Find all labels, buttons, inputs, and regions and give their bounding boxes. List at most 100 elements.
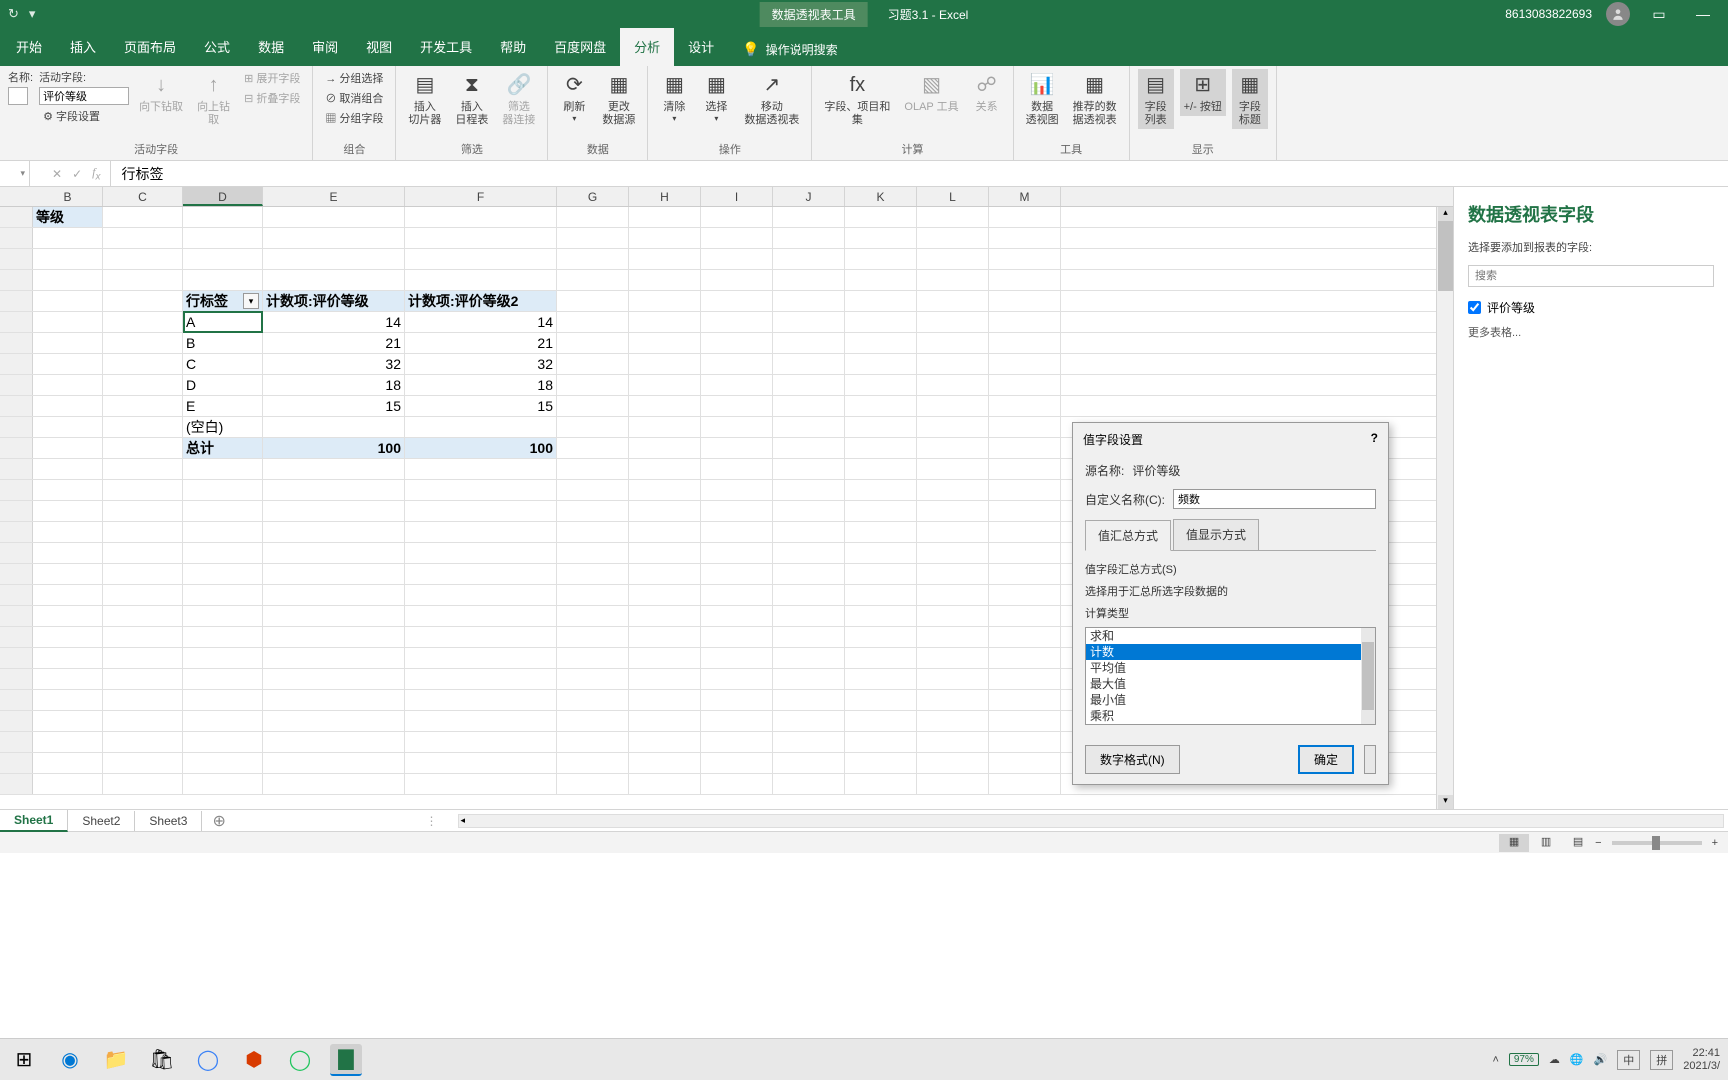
calc-type-option[interactable]: 最大值 bbox=[1086, 676, 1375, 692]
calc-type-list[interactable]: 求和计数平均值最大值最小值乘积 bbox=[1085, 627, 1376, 725]
task-view-icon[interactable]: ⊞ bbox=[8, 1044, 40, 1076]
col-c[interactable]: C bbox=[103, 187, 183, 206]
tell-me[interactable]: 💡 操作说明搜索 bbox=[728, 41, 851, 66]
tab-home[interactable]: 开始 bbox=[2, 27, 56, 66]
sheet-tab-3[interactable]: Sheet3 bbox=[135, 811, 202, 831]
col-m[interactable]: M bbox=[989, 187, 1061, 206]
field-item[interactable]: 评价等级 bbox=[1468, 299, 1714, 316]
field-list-button[interactable]: ▤字段 列表 bbox=[1138, 69, 1174, 129]
insert-slicer-button[interactable]: ▤插入 切片器 bbox=[404, 69, 445, 129]
more-tables-link[interactable]: 更多表格... bbox=[1468, 324, 1714, 340]
field-search-input[interactable] bbox=[1468, 265, 1714, 287]
col-e[interactable]: E bbox=[263, 187, 405, 206]
col-k[interactable]: K bbox=[845, 187, 917, 206]
col-h[interactable]: H bbox=[629, 187, 701, 206]
tab-data[interactable]: 数据 bbox=[244, 27, 298, 66]
col-j[interactable]: J bbox=[773, 187, 845, 206]
fields-items-button[interactable]: fx字段、项目和 集 bbox=[820, 69, 894, 129]
field-headers-button[interactable]: ▦字段 标题 bbox=[1232, 69, 1268, 129]
tray-up-icon[interactable]: ˄ bbox=[1492, 1054, 1498, 1066]
minimize-icon[interactable]: — bbox=[1688, 6, 1718, 22]
zoom-out-icon[interactable]: − bbox=[1595, 837, 1601, 849]
col-i[interactable]: I bbox=[701, 187, 773, 206]
qat-drop-icon[interactable]: ▾ bbox=[29, 6, 36, 22]
active-field-input[interactable] bbox=[39, 87, 129, 105]
zoom-in-icon[interactable]: + bbox=[1712, 837, 1718, 849]
tab-dev[interactable]: 开发工具 bbox=[406, 27, 486, 66]
file-explorer-icon[interactable]: 📁 bbox=[100, 1044, 132, 1076]
ungroup-button[interactable]: ⊘ 取消组合 bbox=[321, 89, 387, 107]
tab-analyze[interactable]: 分析 bbox=[620, 27, 674, 66]
group-selection-button[interactable]: → 分组选择 bbox=[321, 69, 387, 87]
tab-design[interactable]: 设计 bbox=[674, 27, 728, 66]
tab-formulas[interactable]: 公式 bbox=[190, 27, 244, 66]
tab-review[interactable]: 审阅 bbox=[298, 27, 352, 66]
col-d[interactable]: D bbox=[183, 187, 263, 206]
ok-button[interactable]: 确定 bbox=[1298, 745, 1354, 774]
tab-help[interactable]: 帮助 bbox=[486, 27, 540, 66]
show-as-tab[interactable]: 值显示方式 bbox=[1173, 519, 1259, 550]
clear-button[interactable]: ▦清除▾ bbox=[656, 69, 692, 126]
field-settings-button[interactable]: ⚙ 字段设置 bbox=[39, 107, 129, 125]
ime-mode[interactable]: 拼 bbox=[1650, 1050, 1673, 1070]
network-icon[interactable]: 🌐 bbox=[1570, 1053, 1584, 1066]
calc-type-option[interactable]: 平均值 bbox=[1086, 660, 1375, 676]
custom-name-input[interactable] bbox=[1173, 489, 1376, 509]
sheet-tab-1[interactable]: Sheet1 bbox=[0, 810, 68, 832]
cancel-button[interactable] bbox=[1364, 745, 1376, 774]
office-icon[interactable]: ⬢ bbox=[238, 1044, 270, 1076]
clock[interactable]: 22:41 2021/3/ bbox=[1683, 1047, 1720, 1071]
add-sheet-button[interactable]: ⊕ bbox=[202, 811, 235, 831]
app-icon-2[interactable]: ◯ bbox=[284, 1044, 316, 1076]
refresh-button[interactable]: ⟳刷新▾ bbox=[556, 69, 592, 126]
col-b[interactable]: B bbox=[33, 187, 103, 206]
calc-type-option[interactable]: 乘积 bbox=[1086, 708, 1375, 724]
battery-icon[interactable]: 97% bbox=[1509, 1053, 1539, 1066]
col-l[interactable]: L bbox=[917, 187, 989, 206]
pivot-name-input[interactable] bbox=[8, 87, 28, 105]
horizontal-scrollbar[interactable]: ◂ bbox=[458, 814, 1724, 828]
field-checkbox[interactable] bbox=[1468, 301, 1481, 314]
select-button[interactable]: ▦选择▾ bbox=[698, 69, 734, 126]
calc-type-option[interactable]: 最小值 bbox=[1086, 692, 1375, 708]
number-format-button[interactable]: 数字格式(N) bbox=[1085, 745, 1180, 774]
filter-dropdown-icon[interactable]: ▾ bbox=[243, 293, 259, 309]
fx-icon[interactable]: fx bbox=[92, 165, 100, 182]
app-icon-1[interactable]: ◯ bbox=[192, 1044, 224, 1076]
dialog-help-icon[interactable]: ? bbox=[1371, 431, 1378, 448]
ime-lang[interactable]: 中 bbox=[1617, 1050, 1640, 1070]
group-field-button[interactable]: ▦ 分组字段 bbox=[321, 109, 387, 127]
ribbon-options-icon[interactable]: ▭ bbox=[1644, 6, 1674, 23]
store-icon[interactable]: 🛍 bbox=[146, 1044, 178, 1076]
col-g[interactable]: G bbox=[557, 187, 629, 206]
confirm-formula-icon[interactable]: ✓ bbox=[72, 167, 82, 181]
vertical-scrollbar[interactable]: ▴ ▾ bbox=[1436, 207, 1453, 809]
tab-insert[interactable]: 插入 bbox=[56, 27, 110, 66]
column-headers[interactable]: B C D E F G H I J K L M bbox=[0, 187, 1453, 207]
plus-minus-button[interactable]: ⊞+/- 按钮 bbox=[1180, 69, 1226, 116]
page-break-view-icon[interactable]: ▤ bbox=[1563, 834, 1593, 852]
onedrive-icon[interactable]: ☁ bbox=[1549, 1053, 1560, 1066]
tab-baidu[interactable]: 百度网盘 bbox=[540, 27, 620, 66]
page-layout-view-icon[interactable]: ▥ bbox=[1531, 834, 1561, 852]
insert-timeline-button[interactable]: ⧗插入 日程表 bbox=[451, 69, 492, 129]
avatar[interactable] bbox=[1606, 2, 1630, 26]
sheet-tab-2[interactable]: Sheet2 bbox=[68, 811, 135, 831]
recommended-pivot-button[interactable]: ▦推荐的数 据透视表 bbox=[1069, 69, 1121, 129]
normal-view-icon[interactable]: ▦ bbox=[1499, 834, 1529, 852]
formula-input[interactable]: 行标签 bbox=[111, 164, 1728, 184]
calc-type-option[interactable]: 计数 bbox=[1086, 644, 1375, 660]
redo-icon[interactable]: ↻ bbox=[8, 6, 19, 22]
volume-icon[interactable]: 🔊 bbox=[1594, 1053, 1608, 1066]
edge-icon[interactable]: ◉ bbox=[54, 1044, 86, 1076]
zoom-slider[interactable] bbox=[1612, 841, 1702, 845]
move-pivot-button[interactable]: ↗移动 数据透视表 bbox=[740, 69, 803, 129]
change-source-button[interactable]: ▦更改 数据源 bbox=[598, 69, 639, 129]
pivot-chart-button[interactable]: 📊数据 透视图 bbox=[1022, 69, 1063, 129]
col-f[interactable]: F bbox=[405, 187, 557, 206]
cancel-formula-icon[interactable]: ✕ bbox=[52, 167, 62, 181]
name-box[interactable] bbox=[0, 161, 30, 186]
tab-layout[interactable]: 页面布局 bbox=[110, 27, 190, 66]
excel-icon[interactable]: ▇ bbox=[330, 1044, 362, 1076]
calc-type-option[interactable]: 求和 bbox=[1086, 628, 1375, 644]
